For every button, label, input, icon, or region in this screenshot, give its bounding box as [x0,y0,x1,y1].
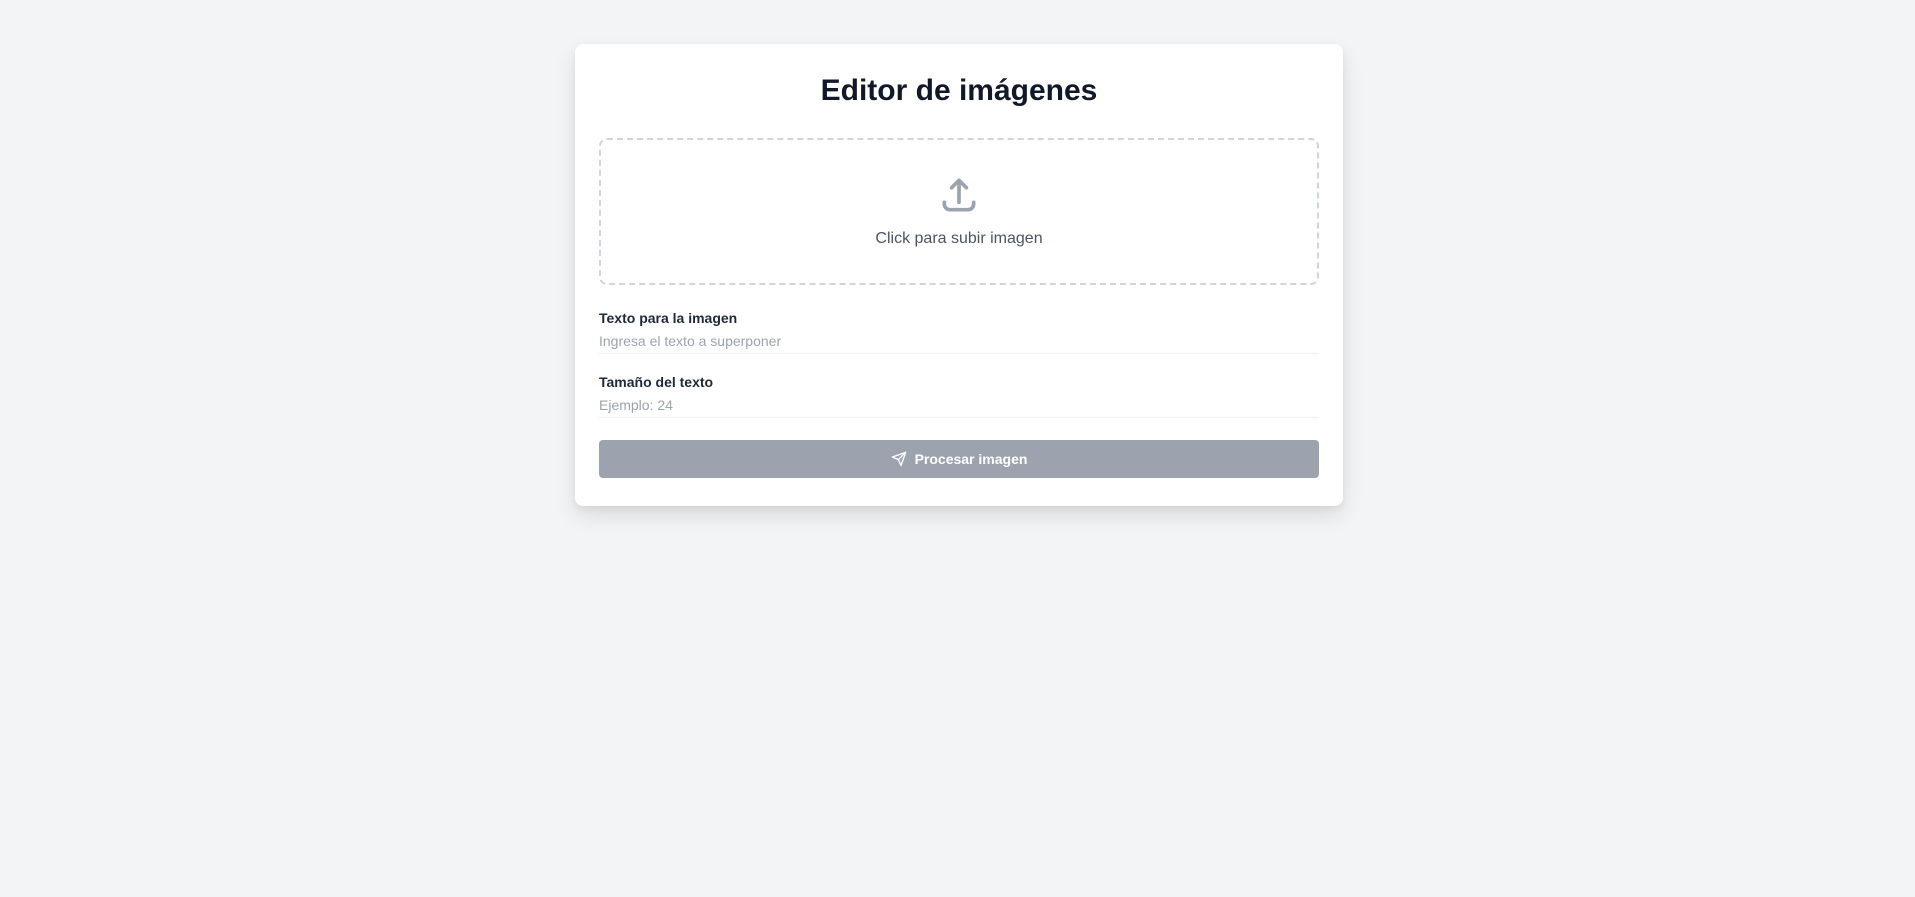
process-image-label: Procesar imagen [914,451,1028,467]
size-field-label: Tamaño del texto [599,374,714,390]
text-field-label: Texto para la imagen [599,310,738,326]
upload-icon [942,178,976,211]
upload-label: Click para subir imagen [875,229,1043,247]
text-field-group: Texto para la imagen [599,309,1319,354]
send-icon [891,451,906,467]
image-upload-dropzone[interactable]: Click para subir imagen [599,138,1319,285]
process-image-button[interactable]: Procesar imagen [599,440,1319,478]
overlay-text-input[interactable] [599,332,1319,354]
size-field-group: Tamaño del texto [599,373,1319,418]
text-size-input[interactable] [599,396,1319,418]
page-title: Editor de imágenes [820,74,1098,107]
image-editor-card: Editor de imágenes Click para subir imag… [575,44,1343,506]
